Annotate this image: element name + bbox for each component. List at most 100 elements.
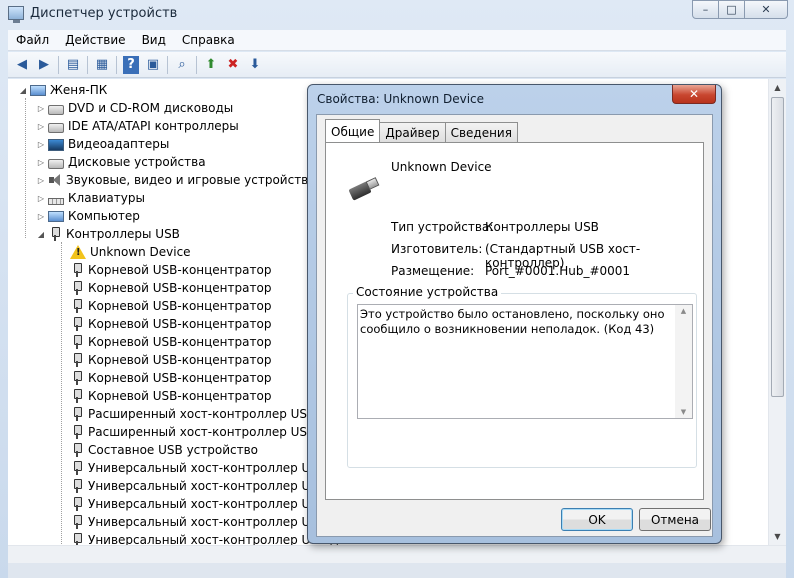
disk-icon: [48, 104, 64, 115]
tree-item-usb-device[interactable]: Корневой USB-концентратор: [70, 369, 271, 387]
keyboard-icon: [48, 197, 64, 205]
tree-horizontal-scrollbar[interactable]: [8, 545, 786, 563]
tree-item-usb-device[interactable]: Составное USB устройство: [70, 441, 258, 459]
status-scrollbar[interactable]: ▲ ▼: [675, 305, 692, 418]
dialog-close-button[interactable]: ✕: [672, 85, 716, 104]
tree-item-usb-device[interactable]: Корневой USB-концентратор: [70, 297, 271, 315]
tree-vertical-scrollbar[interactable]: ▲ ▼: [768, 79, 786, 545]
tree-category-dvd[interactable]: ▷ DVD и CD-ROM дисководы: [36, 99, 233, 117]
expand-arrow-icon[interactable]: ▷: [36, 212, 46, 221]
uninstall-icon[interactable]: ✖: [222, 54, 244, 76]
toolbar-separator: [167, 55, 168, 74]
tree-item-unknown-device[interactable]: Unknown Device: [70, 243, 191, 261]
tree-category-usb[interactable]: ◢ Контроллеры USB: [36, 225, 180, 243]
tab-general[interactable]: Общие: [325, 119, 381, 142]
tree-category-video[interactable]: ▷ Видеоадаптеры: [36, 135, 169, 153]
menu-help[interactable]: Справка: [174, 30, 243, 50]
tree-category-disks[interactable]: ▷ Дисковые устройства: [36, 153, 206, 171]
toolbar-separator: [196, 55, 197, 74]
scroll-thumb[interactable]: [771, 97, 784, 397]
tree-item-usb-device[interactable]: Корневой USB-концентратор: [70, 315, 271, 333]
tree-item-usb-device[interactable]: Корневой USB-концентратор: [70, 387, 271, 405]
maximize-button[interactable]: □: [718, 0, 745, 19]
device-label: Расширенный хост-контроллер USB дл: [88, 425, 336, 439]
window-title: Диспетчер устройств: [30, 6, 178, 21]
category-label: Звуковые, видео и игровые устройства: [66, 173, 316, 187]
collapse-arrow-icon[interactable]: ◢: [18, 86, 28, 95]
device-status-group-label: Состояние устройства: [353, 285, 502, 299]
show-hidden-icon[interactable]: ▣: [142, 54, 164, 76]
menu-action[interactable]: Действие: [57, 30, 133, 50]
close-button[interactable]: ✕: [744, 0, 788, 19]
tree-category-keyboards[interactable]: ▷ Клавиатуры: [36, 189, 145, 207]
device-label: Составное USB устройство: [88, 443, 259, 457]
tab-strip: Общие Драйвер Сведения: [325, 119, 518, 142]
category-label: DVD и CD-ROM дисководы: [68, 101, 234, 115]
expand-arrow-icon[interactable]: ▷: [36, 158, 46, 167]
scan-hardware-icon[interactable]: ⌕: [171, 54, 193, 76]
device-status-textbox[interactable]: Это устройство было остановлено, посколь…: [357, 304, 693, 419]
usb-icon: [70, 334, 84, 350]
tree-category-ide[interactable]: ▷ IDE ATA/ATAPI контроллеры: [36, 117, 239, 135]
device-manager-app-icon: [8, 6, 24, 23]
expand-arrow-icon[interactable]: ▷: [36, 140, 46, 149]
usb-icon: [70, 478, 84, 494]
tree-view-icon[interactable]: ▤: [62, 54, 84, 76]
collapse-arrow-icon[interactable]: ◢: [36, 230, 46, 239]
expand-arrow-icon[interactable]: ▷: [36, 122, 46, 131]
device-status-group: Состояние устройства Это устройство было…: [347, 285, 697, 468]
device-label: Корневой USB-концентратор: [88, 371, 272, 385]
usb-icon: [70, 370, 84, 386]
scroll-up-arrow-icon[interactable]: ▲: [675, 307, 692, 315]
sound-icon: [48, 172, 62, 188]
category-label: IDE ATA/ATAPI контроллеры: [68, 119, 239, 133]
tree-root[interactable]: ◢ Женя-ПК: [18, 81, 107, 99]
category-label: Контроллеры USB: [66, 227, 180, 241]
tab-driver[interactable]: Драйвер: [379, 122, 446, 142]
tree-item-usb-device[interactable]: Универсальный хост-контроллер USB дл: [70, 531, 346, 545]
tree-item-usb-device[interactable]: Корневой USB-концентратор: [70, 351, 271, 369]
device-label: Unknown Device: [90, 245, 191, 259]
tree-item-usb-device[interactable]: Расширенный хост-контроллер USB дл: [70, 405, 335, 423]
minimize-button[interactable]: –: [692, 0, 719, 19]
usb-plug-tip: [365, 177, 380, 190]
tree-item-usb-device[interactable]: Корневой USB-концентратор: [70, 279, 271, 297]
dialog-title[interactable]: Свойства: Unknown Device: [317, 92, 484, 106]
disable-icon[interactable]: ⬇: [244, 54, 266, 76]
tree-item-usb-device[interactable]: Универсальный хост-контроллер USB дл: [70, 495, 346, 513]
expand-arrow-icon[interactable]: ▷: [36, 104, 46, 113]
tree-item-usb-device[interactable]: Универсальный хост-контроллер USB дл: [70, 459, 346, 477]
menu-file[interactable]: Файл: [8, 30, 57, 50]
tree-category-computer[interactable]: ▷ Компьютер: [36, 207, 140, 225]
scroll-down-arrow-icon[interactable]: ▼: [769, 528, 786, 545]
title-bar[interactable]: Диспетчер устройств – □ ✕: [0, 0, 794, 28]
cancel-button[interactable]: Отмена: [639, 508, 711, 531]
properties-icon[interactable]: ▦: [91, 54, 113, 76]
menu-bar: Файл Действие Вид Справка: [8, 30, 786, 51]
toolbar-separator: [58, 55, 59, 74]
menu-view[interactable]: Вид: [134, 30, 174, 50]
usb-icon: [70, 298, 84, 314]
scroll-down-arrow-icon[interactable]: ▼: [675, 408, 692, 416]
tree-category-sound[interactable]: ▷ Звуковые, видео и игровые устройства: [36, 171, 316, 189]
device-label: Корневой USB-концентратор: [88, 317, 272, 331]
usb-icon: [70, 514, 84, 530]
scroll-up-arrow-icon[interactable]: ▲: [769, 79, 786, 96]
tree-item-usb-device[interactable]: Универсальный хост-контроллер USB дл: [70, 477, 346, 495]
tree-item-usb-device[interactable]: Расширенный хост-контроллер USB дл: [70, 423, 335, 441]
tree-item-usb-device[interactable]: Универсальный хост-контроллер USB дл: [70, 513, 346, 531]
back-icon[interactable]: ◀: [11, 54, 33, 76]
toolbar: ◀ ▶ ▤ ▦ ? ▣ ⌕ ⬆ ✖ ⬇: [8, 52, 786, 78]
category-label: Клавиатуры: [68, 191, 145, 205]
dialog-body: Общие Драйвер Сведения Unknown Device Ти…: [316, 114, 713, 537]
help-icon[interactable]: ?: [123, 55, 139, 74]
device-type-value: Контроллеры USB: [485, 220, 599, 234]
expand-arrow-icon[interactable]: ▷: [36, 194, 46, 203]
expand-arrow-icon[interactable]: ▷: [36, 176, 46, 185]
tree-item-usb-device[interactable]: Корневой USB-концентратор: [70, 261, 271, 279]
update-driver-icon[interactable]: ⬆: [200, 54, 222, 76]
tab-details[interactable]: Сведения: [444, 122, 518, 142]
forward-icon[interactable]: ▶: [33, 54, 55, 76]
ok-button[interactable]: OK: [561, 508, 633, 531]
tree-item-usb-device[interactable]: Корневой USB-концентратор: [70, 333, 271, 351]
